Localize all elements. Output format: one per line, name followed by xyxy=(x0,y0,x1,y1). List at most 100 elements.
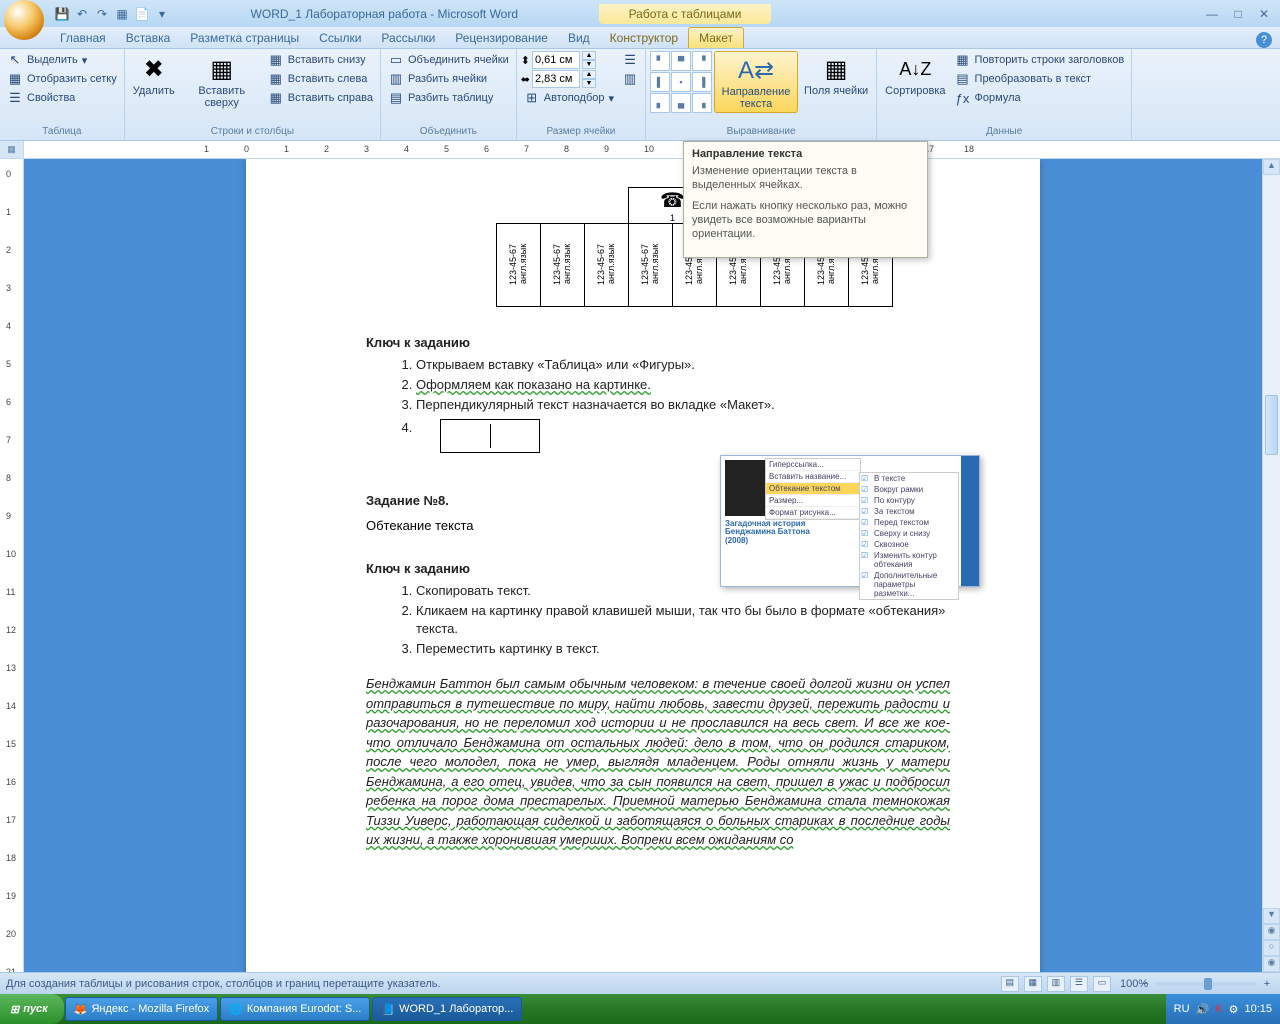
tab-home[interactable]: Главная xyxy=(50,28,116,48)
tab-insert[interactable]: Вставка xyxy=(116,28,181,48)
distribute-cols-button[interactable]: ▥ xyxy=(619,70,641,88)
insert-left-button[interactable]: ▦Вставить слева xyxy=(265,70,376,88)
status-message: Для создания таблицы и рисования строк, … xyxy=(6,978,441,990)
horizontal-ruler[interactable]: 10123456789101112131415161718 xyxy=(24,141,1280,158)
insert-left-icon: ▦ xyxy=(268,71,284,87)
properties-button[interactable]: ☰Свойства xyxy=(4,89,120,107)
insert-below-icon: ▦ xyxy=(268,52,284,68)
align-tr[interactable]: ▝ xyxy=(692,51,712,71)
insert-right-button[interactable]: ▦Вставить справа xyxy=(265,89,376,107)
table-cell: 123-45-67 англ.язык xyxy=(553,224,573,304)
grid-icon: ▦ xyxy=(7,71,23,87)
align-bc[interactable]: ▄ xyxy=(671,93,691,113)
zoom-in-button[interactable]: + xyxy=(1260,978,1274,990)
start-button[interactable]: ⊞пуск xyxy=(0,994,64,1024)
align-bl[interactable]: ▖ xyxy=(650,93,670,113)
ruler-corner[interactable]: ▦ xyxy=(0,141,24,158)
redo-icon[interactable]: ↷ xyxy=(94,6,110,22)
view-web-icon[interactable]: ▥ xyxy=(1047,976,1065,992)
tab-mailings[interactable]: Рассылки xyxy=(371,28,445,48)
tab-layout[interactable]: Разметка страницы xyxy=(180,28,309,48)
properties-icon: ☰ xyxy=(7,90,23,106)
tab-review[interactable]: Рецензирование xyxy=(445,28,558,48)
qat-more-icon[interactable]: ▾ xyxy=(154,6,170,22)
merge-cells-button[interactable]: ▭Объединить ячейки xyxy=(385,51,512,69)
align-mc[interactable]: ▪ xyxy=(671,72,691,92)
sort-button[interactable]: A↓ZСортировка xyxy=(881,51,949,99)
insert-above-button[interactable]: ▦Вставить сверху xyxy=(181,51,263,111)
office-orb[interactable] xyxy=(4,0,44,40)
insert-below-button[interactable]: ▦Вставить снизу xyxy=(265,51,376,69)
tray-icon[interactable]: K xyxy=(1215,1003,1222,1015)
align-tl[interactable]: ▘ xyxy=(650,51,670,71)
scroll-thumb[interactable] xyxy=(1265,395,1278,455)
list-item xyxy=(416,419,950,453)
scroll-up-icon[interactable]: ▲ xyxy=(1263,159,1280,175)
browse-prev-icon[interactable]: ◉ xyxy=(1263,924,1280,940)
taskbar-item[interactable]: 🌐Компания Eurodot: S... xyxy=(220,997,370,1021)
undo-icon[interactable]: ↶ xyxy=(74,6,90,22)
formula-icon: ƒx xyxy=(955,90,971,106)
split-table-button[interactable]: ▤Разбить таблицу xyxy=(385,89,512,107)
horizontal-ruler-wrap: ▦ 10123456789101112131415161718 xyxy=(0,141,1280,159)
qat-icon[interactable]: 📄 xyxy=(134,6,150,22)
cell-margins-button[interactable]: ▦Поля ячейки xyxy=(800,51,872,99)
table-cell: 123-45-67 англ.язык xyxy=(641,224,661,304)
browse-select-icon[interactable]: ○ xyxy=(1263,940,1280,956)
tray-icon[interactable]: 🔊 xyxy=(1196,1003,1210,1016)
taskbar-item[interactable]: 📘WORD_1 Лаборатор... xyxy=(372,997,522,1021)
tooltip-text: Изменение ориентации текста в выделенных… xyxy=(692,164,919,193)
system-tray: RU 🔊 K ⚙ 10:15 xyxy=(1166,994,1280,1024)
zoom-slider[interactable] xyxy=(1156,982,1256,986)
distribute-rows-button[interactable]: ☰ xyxy=(619,51,641,69)
view-print-icon[interactable]: ▤ xyxy=(1001,976,1019,992)
lang-indicator[interactable]: RU xyxy=(1174,1003,1190,1015)
spin-down[interactable]: ▼ xyxy=(582,60,596,69)
select-button[interactable]: ↖Выделить ▾ xyxy=(4,51,120,69)
vertical-ruler[interactable]: 1012345678910111213141516171819202122232… xyxy=(0,159,24,972)
taskbar-item[interactable]: 🦊Яндекс - Mozilla Firefox xyxy=(65,997,218,1021)
close-button[interactable]: ✕ xyxy=(1252,6,1276,22)
autofit-button[interactable]: ⊞Автоподбор ▾ xyxy=(521,89,617,107)
maximize-button[interactable]: □ xyxy=(1226,6,1250,22)
align-ml[interactable]: ▌ xyxy=(650,72,670,92)
document-area[interactable]: ☎1 123-45-67 англ.язык 123-45-67 англ.яз… xyxy=(24,159,1262,972)
group-label: Размер ячейки xyxy=(521,125,641,138)
repeat-header-button[interactable]: ▦Повторить строки заголовков xyxy=(952,51,1128,69)
tooltip-text: Если нажать кнопку несколько раз, можно … xyxy=(692,199,919,242)
browse-next-icon[interactable]: ◉ xyxy=(1263,956,1280,972)
split-cells-button[interactable]: ▥Разбить ячейки xyxy=(385,70,512,88)
split-table-icon: ▤ xyxy=(388,90,404,106)
view-draft-icon[interactable]: ▭ xyxy=(1093,976,1111,992)
convert-text-button[interactable]: ▤Преобразовать в текст xyxy=(952,70,1128,88)
tab-references[interactable]: Ссылки xyxy=(309,28,371,48)
spin-up[interactable]: ▲ xyxy=(582,51,596,60)
tab-table-layout[interactable]: Макет xyxy=(688,27,744,48)
help-icon[interactable]: ? xyxy=(1256,32,1272,48)
zoom-out-button[interactable]: − xyxy=(1138,978,1152,990)
col-width-input[interactable] xyxy=(532,70,580,88)
text-direction-button[interactable]: A⇄Направление текста xyxy=(714,51,798,113)
spin-up[interactable]: ▲ xyxy=(582,70,596,79)
save-icon[interactable]: 💾 xyxy=(54,6,70,22)
align-mr[interactable]: ▐ xyxy=(692,72,712,92)
formula-button[interactable]: ƒxФормула xyxy=(952,89,1128,107)
minimize-button[interactable]: — xyxy=(1200,6,1224,22)
qat-icon[interactable]: ▦ xyxy=(114,6,130,22)
tab-design[interactable]: Конструктор xyxy=(600,28,688,48)
clock[interactable]: 10:15 xyxy=(1244,1003,1272,1015)
titlebar: 💾 ↶ ↷ ▦ 📄 ▾ WORD_1 Лабораторная работа -… xyxy=(0,0,1280,27)
spin-down[interactable]: ▼ xyxy=(582,79,596,88)
tab-view[interactable]: Вид xyxy=(558,28,600,48)
delete-button[interactable]: ✖Удалить xyxy=(129,51,179,99)
align-tc[interactable]: ▀ xyxy=(671,51,691,71)
zoom-level[interactable]: 100% xyxy=(1120,978,1134,990)
view-read-icon[interactable]: ▦ xyxy=(1024,976,1042,992)
tray-icon[interactable]: ⚙ xyxy=(1229,1003,1239,1016)
vertical-scrollbar[interactable]: ▲ ▼ ◉ ○ ◉ xyxy=(1262,159,1280,972)
align-br[interactable]: ▗ xyxy=(692,93,712,113)
row-height-input[interactable] xyxy=(532,51,580,69)
view-outline-icon[interactable]: ☰ xyxy=(1070,976,1088,992)
scroll-down-icon[interactable]: ▼ xyxy=(1263,908,1280,924)
show-grid-button[interactable]: ▦Отобразить сетку xyxy=(4,70,120,88)
